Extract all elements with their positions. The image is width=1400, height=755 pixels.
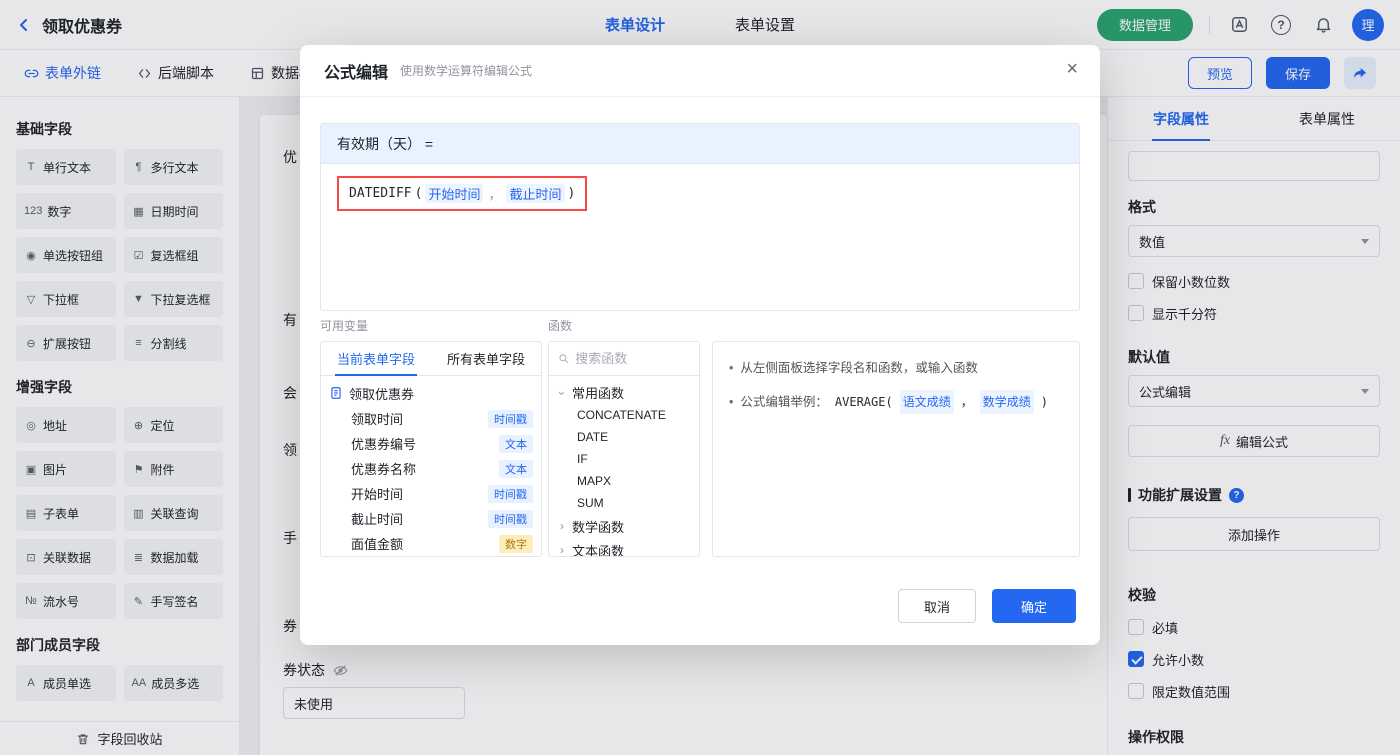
field-type-tag: 时间戳: [488, 409, 533, 428]
modal-footer: 取消 确定: [898, 589, 1076, 623]
example-close-paren: ): [1040, 395, 1048, 409]
field-type-tag: 时间戳: [488, 484, 533, 503]
modal-header: 公式编辑 使用数学运算符编辑公式: [300, 45, 1100, 97]
modal-title: 公式编辑: [324, 64, 389, 82]
function-group-math[interactable]: 数学函数: [557, 514, 691, 538]
modal-subtitle: 使用数学运算符编辑公式: [400, 64, 533, 78]
functions-panel: 常用函数 CONCATENATE DATE IF MAPX SUM 数学函数 文…: [548, 341, 700, 557]
function-group-label: 数学函数: [572, 519, 625, 535]
close-icon[interactable]: [1066, 59, 1078, 79]
variable-name: 优惠券编号: [351, 437, 417, 452]
bullet-icon: •: [729, 361, 734, 375]
function-search[interactable]: [549, 342, 699, 376]
function-group-common[interactable]: 常用函数: [557, 380, 691, 404]
field-type-tag: 数字: [499, 534, 533, 553]
variable-row[interactable]: 截止时间 时间戳: [329, 506, 533, 531]
function-item[interactable]: CONCATENATE: [557, 404, 691, 426]
document-icon: [331, 387, 341, 399]
variable-name: 面值金额: [351, 537, 404, 552]
example-separator: ，: [960, 395, 973, 409]
open-paren: (: [414, 186, 423, 201]
field-token-start-time[interactable]: 开始时间: [425, 184, 484, 203]
confirm-button[interactable]: 确定: [992, 589, 1076, 623]
function-item[interactable]: MAPX: [557, 470, 691, 492]
function-item[interactable]: IF: [557, 448, 691, 470]
help-example-prefix: 公式编辑举例：: [740, 395, 828, 409]
variables-panel: 当前表单字段 所有表单字段 领取优惠券 领取时间 时间戳 优惠券编号 文本 优惠券名…: [320, 341, 542, 557]
example-field-token: 数学成绩: [979, 390, 1034, 414]
formula-editor-box: 有效期（天） = DATEDIFF( 开始时间 ， 截止时间 ): [320, 123, 1080, 311]
formula-editor-modal: 公式编辑 使用数学运算符编辑公式 有效期（天） = DATEDIFF( 开始时间…: [300, 45, 1100, 645]
example-field-token: 语文成绩: [899, 390, 954, 414]
variable-name: 截止时间: [351, 512, 404, 527]
tab-current-form-fields[interactable]: 当前表单字段: [321, 342, 431, 376]
formula-expression-highlight: DATEDIFF( 开始时间 ， 截止时间 ): [337, 176, 588, 211]
formula-input-area[interactable]: DATEDIFF( 开始时间 ， 截止时间 ): [321, 164, 1079, 310]
chevron-right-icon: [557, 519, 567, 533]
variable-row[interactable]: 优惠券名称 文本: [329, 456, 533, 481]
field-token-end-time[interactable]: 截止时间: [506, 184, 565, 203]
help-text: 从左侧面板选择字段名和函数，或输入函数: [740, 361, 978, 375]
field-type-tag: 文本: [499, 434, 533, 453]
help-line: • 从左侧面板选择字段名和函数，或输入函数: [729, 356, 1063, 380]
function-group-label: 常用函数: [572, 385, 625, 401]
function-search-input[interactable]: [575, 351, 690, 366]
function-group-text[interactable]: 文本函数: [557, 538, 691, 557]
close-paren: ): [567, 186, 576, 201]
function-group-label: 文本函数: [572, 543, 625, 557]
function-name: DATEDIFF: [349, 186, 412, 201]
help-panel: • 从左侧面板选择字段名和函数，或输入函数 • 公式编辑举例： AVERAGE( …: [712, 341, 1080, 557]
variable-row[interactable]: 面值金额 数字: [329, 531, 533, 556]
search-icon: [559, 354, 569, 364]
bullet-icon: •: [729, 395, 734, 409]
function-item[interactable]: DATE: [557, 426, 691, 448]
function-item[interactable]: SUM: [557, 492, 691, 514]
variable-name: 开始时间: [351, 487, 404, 502]
tab-all-form-fields[interactable]: 所有表单字段: [431, 342, 541, 375]
formula-target-strip: 有效期（天） =: [321, 124, 1079, 164]
chevron-down-icon: [555, 388, 569, 398]
form-node-label: 领取优惠券: [349, 386, 415, 402]
field-type-tag: 时间戳: [488, 509, 533, 528]
variables-tabs: 当前表单字段 所有表单字段: [321, 342, 541, 376]
variable-name: 领取时间: [351, 412, 404, 427]
variable-row[interactable]: 开始时间 时间戳: [329, 481, 533, 506]
variable-name: 优惠券名称: [351, 462, 417, 477]
formula-target-label: 有效期（天） =: [337, 135, 434, 152]
chevron-right-icon: [557, 543, 567, 556]
variables-section-label: 可用变量: [320, 319, 369, 333]
variable-row[interactable]: 优惠券编号 文本: [329, 431, 533, 456]
help-line-example: • 公式编辑举例： AVERAGE( 语文成绩 ， 数学成绩 ): [729, 390, 1063, 414]
app-root: 领取优惠券 表单设计 表单设置 数据管理 理 表单外链 后端脚本: [0, 0, 1400, 755]
functions-tree: 常用函数 CONCATENATE DATE IF MAPX SUM 数学函数 文…: [549, 376, 699, 557]
variable-row[interactable]: 领取时间 时间戳: [329, 406, 533, 431]
field-type-tag: 文本: [499, 459, 533, 478]
functions-section-label: 函数: [548, 319, 573, 333]
variables-tree: 领取优惠券 领取时间 时间戳 优惠券编号 文本 优惠券名称 文本 开始时间 时间戳 截止…: [321, 376, 541, 556]
form-node[interactable]: 领取优惠券: [329, 380, 533, 406]
example-function: AVERAGE(: [834, 395, 893, 409]
cancel-button[interactable]: 取消: [898, 589, 976, 623]
argument-separator: ，: [488, 188, 502, 203]
